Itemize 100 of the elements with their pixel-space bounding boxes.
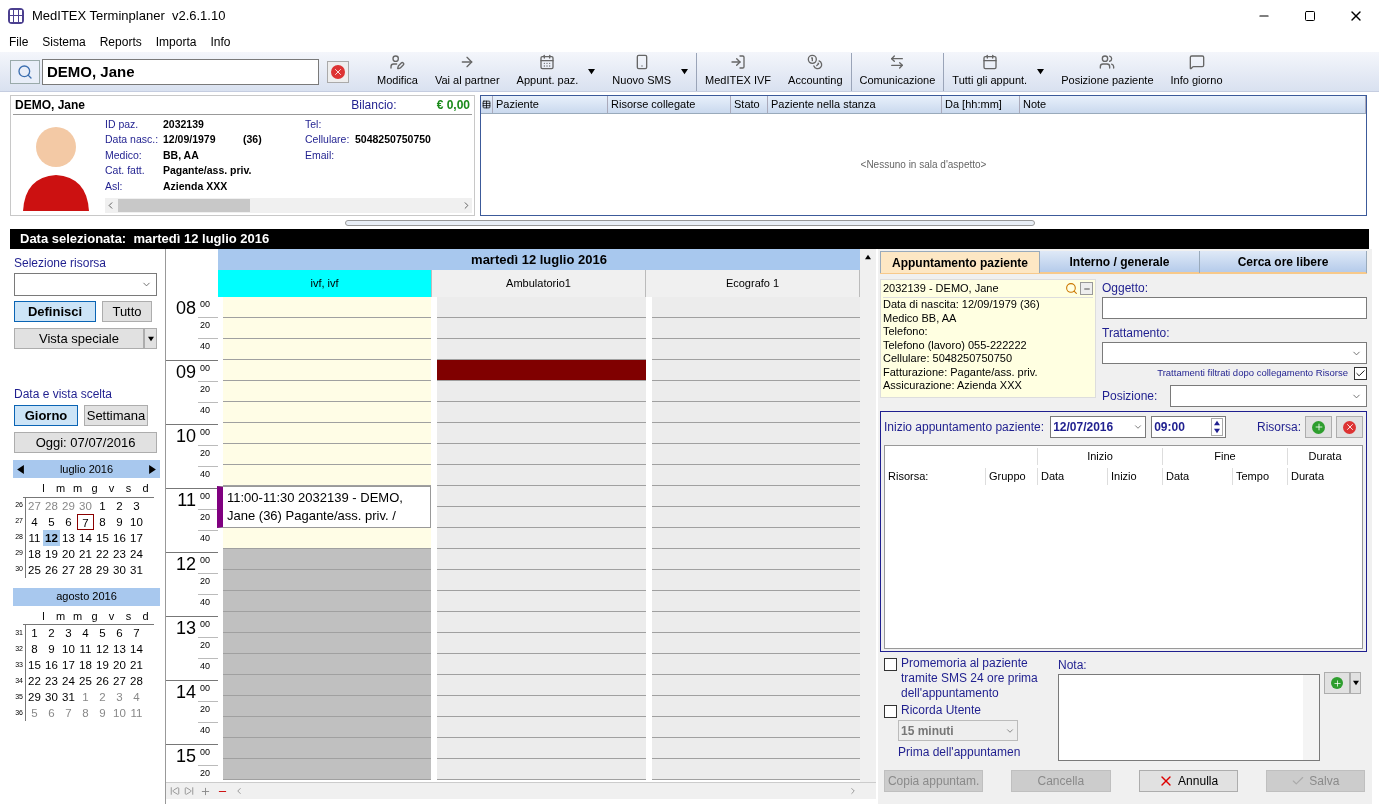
time-slot[interactable] xyxy=(437,675,646,696)
menu-item[interactable]: Importa xyxy=(148,32,204,51)
time-slot[interactable] xyxy=(437,297,646,318)
action-button[interactable]: Annulla xyxy=(1138,770,1238,793)
remove-resource-icon[interactable] xyxy=(1336,416,1363,439)
calendar-day[interactable]: 1 xyxy=(94,497,111,514)
note-field[interactable] xyxy=(1058,674,1320,762)
subject-field[interactable] xyxy=(1102,297,1367,319)
add-resource-icon[interactable] xyxy=(1305,416,1332,439)
time-slot[interactable] xyxy=(437,444,646,465)
resource-column-header[interactable]: Ambulatorio1 xyxy=(432,270,646,297)
calendar-day[interactable]: 15 xyxy=(26,657,43,673)
treatment-select[interactable] xyxy=(1102,342,1367,364)
calendar-day[interactable]: 10 xyxy=(60,641,77,657)
time-slot[interactable] xyxy=(437,360,646,381)
time-slot[interactable] xyxy=(223,402,432,423)
checkbox[interactable] xyxy=(884,658,897,672)
time-slot[interactable] xyxy=(223,423,432,444)
time-slot[interactable] xyxy=(651,444,860,465)
calendar-day[interactable]: 19 xyxy=(94,657,111,673)
calendar-day[interactable]: 23 xyxy=(111,545,128,562)
calendar-day[interactable]: 6 xyxy=(60,513,77,530)
calendar-day[interactable]: 2 xyxy=(43,625,60,641)
calendar-day[interactable]: 14 xyxy=(128,641,145,657)
calendar-day[interactable]: 8 xyxy=(77,705,94,721)
calendar-day[interactable]: 4 xyxy=(77,625,94,641)
calendar-day[interactable]: 11 xyxy=(128,705,145,721)
calendar-day[interactable]: 15 xyxy=(94,529,111,546)
previous-month-icon[interactable] xyxy=(16,464,25,474)
calendar-day[interactable]: 28 xyxy=(77,561,94,578)
calendar-day[interactable]: 27 xyxy=(60,561,77,578)
calendar-day[interactable]: 5 xyxy=(43,513,60,530)
time-slot[interactable] xyxy=(651,591,860,612)
calendar-day[interactable]: 25 xyxy=(77,673,94,689)
calendar-day[interactable]: 25 xyxy=(26,561,43,578)
calendar-day[interactable]: 29 xyxy=(94,561,111,578)
menu-item[interactable]: Sistema xyxy=(35,32,93,51)
time-slot[interactable] xyxy=(223,381,432,402)
patient-search-button[interactable] xyxy=(10,59,40,84)
calendar-day[interactable]: 21 xyxy=(128,657,145,673)
time-slot[interactable] xyxy=(437,717,646,738)
calendar-day[interactable]: 28 xyxy=(43,497,60,514)
time-slot[interactable] xyxy=(437,318,646,339)
time-slot[interactable] xyxy=(437,465,646,486)
last-page-icon[interactable] xyxy=(184,786,194,796)
time-slot[interactable] xyxy=(437,570,646,591)
time-slot[interactable] xyxy=(651,318,860,339)
add-icon[interactable] xyxy=(200,785,211,797)
column-header[interactable]: Note xyxy=(1020,96,1366,113)
time-slot[interactable] xyxy=(437,486,646,507)
patient-search-field[interactable]: DEMO, Jane xyxy=(42,58,319,85)
dropdown-button[interactable] xyxy=(144,328,157,349)
time-slot[interactable] xyxy=(651,759,860,780)
time-slot[interactable] xyxy=(437,423,646,444)
time-slot[interactable] xyxy=(651,696,860,717)
resource-select[interactable] xyxy=(14,273,157,296)
calendar-day[interactable]: 20 xyxy=(60,545,77,562)
time-slot[interactable] xyxy=(651,465,860,486)
time-slot[interactable] xyxy=(437,696,646,717)
time-slot[interactable] xyxy=(651,612,860,633)
time-slot[interactable] xyxy=(651,423,860,444)
toolbar-button[interactable]: Posizione paziente xyxy=(1053,52,1163,91)
scroll-left-icon[interactable] xyxy=(234,786,244,796)
time-slot[interactable] xyxy=(651,633,860,654)
calendar-day[interactable]: 11 xyxy=(26,529,43,546)
calendar-day[interactable]: 4 xyxy=(26,513,43,530)
calendar-day[interactable]: 26 xyxy=(43,561,60,578)
calendar-day[interactable]: 5 xyxy=(94,625,111,641)
calendar-day[interactable]: 30 xyxy=(43,689,60,705)
calendar-day[interactable]: 13 xyxy=(111,641,128,657)
time-slot[interactable] xyxy=(651,654,860,675)
resource-column-header[interactable]: ivf, ivf xyxy=(218,270,432,297)
column-header[interactable]: Inizio xyxy=(1107,468,1162,485)
time-slot[interactable] xyxy=(651,675,860,696)
toolbar-button[interactable]: Tutti gli appunt. xyxy=(944,52,1054,91)
menu-item[interactable]: File xyxy=(2,32,36,51)
vertical-scrollbar[interactable] xyxy=(860,297,876,782)
calendar-day[interactable]: 29 xyxy=(26,689,43,705)
column-header[interactable]: Risorse collegate xyxy=(608,96,731,113)
spin-up-icon[interactable] xyxy=(1214,420,1221,427)
time-slot[interactable] xyxy=(651,486,860,507)
calendar-day[interactable]: 16 xyxy=(43,657,60,673)
calendar-day[interactable]: 10 xyxy=(128,513,145,530)
appointment-card[interactable]: 11:00-11:30 2032139 - DEMO, Jane (36) Pagante/ass. priv. / xyxy=(217,486,432,528)
time-slot[interactable] xyxy=(437,591,646,612)
time-slot[interactable] xyxy=(437,381,646,402)
calendar-day[interactable]: 17 xyxy=(128,529,145,546)
column-header[interactable]: Durata xyxy=(1287,468,1362,485)
time-slot[interactable] xyxy=(223,339,432,360)
calendar-day[interactable]: 30 xyxy=(77,497,94,514)
time-slot[interactable] xyxy=(437,402,646,423)
calendar-day[interactable]: 6 xyxy=(43,705,60,721)
time-slot[interactable] xyxy=(651,528,860,549)
calendar-day[interactable]: 18 xyxy=(26,545,43,562)
calendar-day[interactable]: 24 xyxy=(128,545,145,562)
calendar-day[interactable]: 4 xyxy=(128,689,145,705)
menu-item[interactable]: Reports xyxy=(92,32,149,51)
time-field[interactable]: 09:00 xyxy=(1151,416,1227,439)
calendar-day[interactable]: 12 xyxy=(43,529,60,546)
time-slot[interactable] xyxy=(437,654,646,675)
